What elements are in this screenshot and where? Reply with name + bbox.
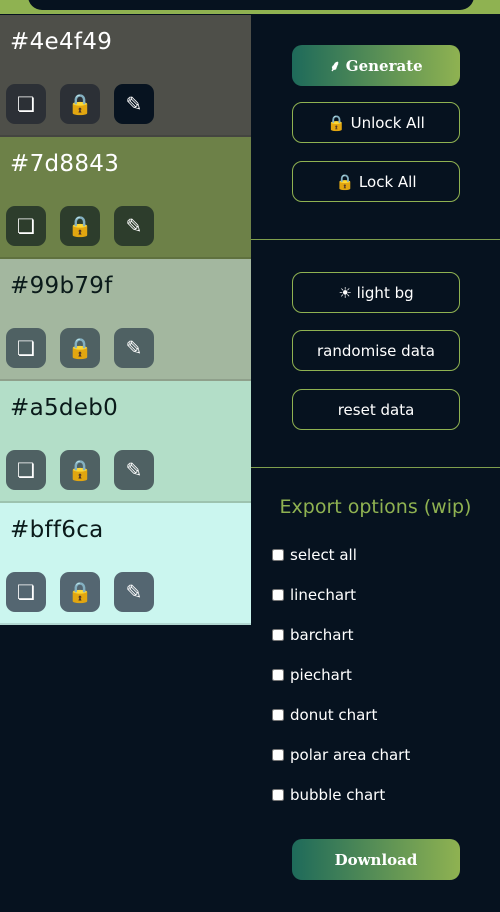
export-option-label: bubble chart [290,786,386,804]
unlock-all-button[interactable]: 🔒 Unlock All [292,102,460,143]
sidebar: ⸙ Generate 🔒 Unlock All 🔒 Lock All ☀ lig… [251,15,500,912]
divider [251,239,500,240]
export-option-checkbox[interactable] [272,749,284,761]
export-option[interactable]: linechart [272,586,356,604]
export-option[interactable]: bubble chart [272,786,385,804]
export-options-title: Export options (wip) [279,496,472,518]
swatch-actions: ❏ 🔒 ✎ [6,572,154,612]
export-option[interactable]: barchart [272,626,354,644]
export-option-label: select all [290,546,357,564]
export-option-checkbox[interactable] [272,709,284,721]
export-option-checkbox[interactable] [272,669,284,681]
lock-icon[interactable]: 🔒 [60,572,100,612]
color-swatch: #99b79f ❏ 🔒 ✎ [0,259,251,381]
generate-button[interactable]: ⸙ Generate [292,45,460,86]
swatch-actions: ❏ 🔒 ✎ [6,206,154,246]
light-bg-button[interactable]: ☀ light bg [292,272,460,313]
swatch-hex-label: #a5deb0 [10,395,119,421]
swatch-hex-label: #7d8843 [10,151,120,177]
edit-icon[interactable]: ✎ [114,450,154,490]
copy-icon[interactable]: ❏ [6,450,46,490]
export-option-checkbox[interactable] [272,629,284,641]
export-option-checkbox[interactable] [272,549,284,561]
edit-icon[interactable]: ✎ [114,328,154,368]
randomise-data-button[interactable]: randomise data [292,330,460,371]
swatch-hex-label: #bff6ca [10,517,104,543]
lock-icon[interactable]: 🔒 [60,206,100,246]
copy-icon[interactable]: ❏ [6,328,46,368]
export-option-checkbox[interactable] [272,589,284,601]
export-option-checkbox[interactable] [272,789,284,801]
top-nav-pill [28,0,474,10]
export-option[interactable]: polar area chart [272,746,410,764]
color-swatch: #7d8843 ❏ 🔒 ✎ [0,137,251,259]
export-option-label: barchart [290,626,354,644]
export-option-label: donut chart [290,706,378,724]
export-option[interactable]: donut chart [272,706,377,724]
export-option-label: polar area chart [290,746,411,764]
edit-icon[interactable]: ✎ [114,84,154,124]
color-palette: #4e4f49 ❏ 🔒 ✎ #7d8843 ❏ 🔒 ✎ #99b79f ❏ 🔒 ✎ #a5deb0 ❏ 🔒 ✎… [0,15,251,625]
lock-all-button[interactable]: 🔒 Lock All [292,161,460,202]
reset-data-button[interactable]: reset data [292,389,460,430]
download-button[interactable]: Download [292,839,460,880]
color-swatch: #a5deb0 ❏ 🔒 ✎ [0,381,251,503]
copy-icon[interactable]: ❏ [6,206,46,246]
export-option-label: linechart [290,586,357,604]
lock-icon[interactable]: 🔒 [60,84,100,124]
lock-icon[interactable]: 🔒 [60,450,100,490]
export-option[interactable]: select all [272,546,357,564]
divider [251,467,500,468]
swatch-actions: ❏ 🔒 ✎ [6,84,154,124]
color-swatch: #bff6ca ❏ 🔒 ✎ [0,503,251,625]
lock-icon[interactable]: 🔒 [60,328,100,368]
edit-icon[interactable]: ✎ [114,572,154,612]
copy-icon[interactable]: ❏ [6,84,46,124]
copy-icon[interactable]: ❏ [6,572,46,612]
swatch-actions: ❏ 🔒 ✎ [6,328,154,368]
swatch-hex-label: #4e4f49 [10,29,113,55]
swatch-actions: ❏ 🔒 ✎ [6,450,154,490]
color-swatch: #4e4f49 ❏ 🔒 ✎ [0,15,251,137]
edit-icon[interactable]: ✎ [114,206,154,246]
export-option[interactable]: piechart [272,666,352,684]
swatch-hex-label: #99b79f [10,273,113,299]
export-option-label: piechart [290,666,352,684]
top-bar [0,0,500,14]
